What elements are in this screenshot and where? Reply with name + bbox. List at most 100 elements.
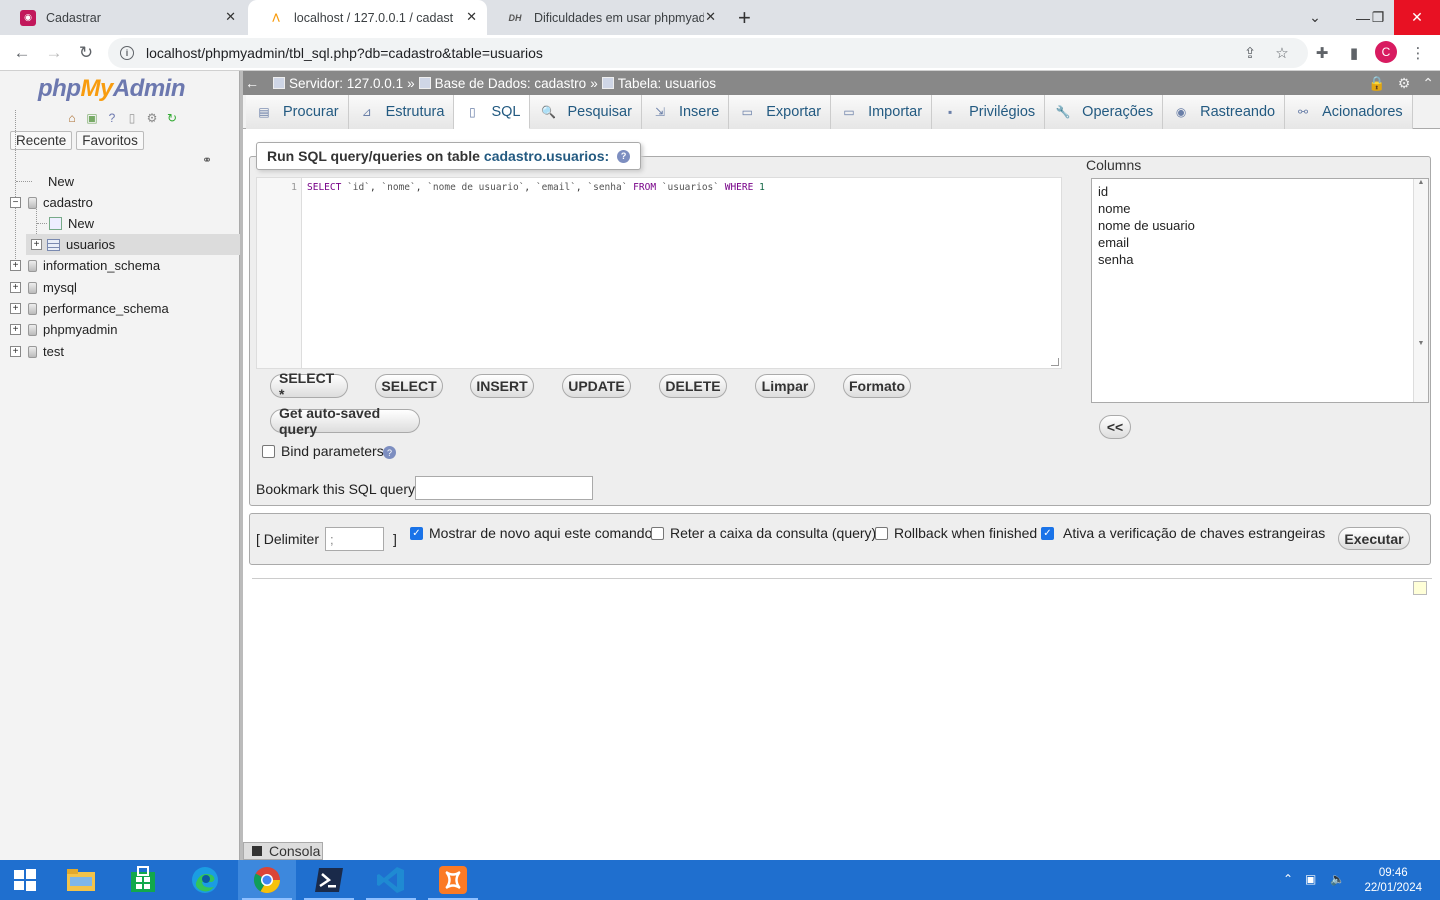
xampp-button[interactable] (424, 860, 482, 900)
tab-pesquisar[interactable]: 🔍 Pesquisar (530, 95, 642, 129)
window-close-icon[interactable]: ✕ (1394, 0, 1440, 35)
resize-handle[interactable] (1051, 358, 1059, 366)
expand-icon[interactable]: + (10, 282, 21, 293)
tree-item-db-mysql[interactable]: + mysql (10, 277, 77, 298)
new-tab-icon[interactable]: + (738, 5, 751, 31)
clear-button[interactable]: Limpar (755, 374, 815, 398)
show-hidden-icons-icon[interactable]: ⌃ (1283, 872, 1293, 886)
expand-icon[interactable]: + (31, 239, 42, 250)
collapse-icon[interactable]: − (10, 197, 21, 208)
reload-nav-icon[interactable]: ↻ (164, 110, 180, 126)
breadcrumb-server[interactable]: Servidor: 127.0.0.1 (273, 76, 403, 91)
browser-tab-cadastrar[interactable]: ◉ Cadastrar ✕ (0, 0, 246, 35)
tree-item-table-usuarios[interactable]: + usuarios (31, 234, 115, 255)
help-icon[interactable]: ? (617, 149, 631, 163)
store-button[interactable] (114, 860, 172, 900)
delete-button[interactable]: DELETE (659, 374, 727, 398)
get-autosaved-query-button[interactable]: Get auto-saved query (270, 405, 420, 437)
network-icon[interactable]: ▣ (1305, 872, 1316, 886)
console-toggle[interactable]: Consola (243, 842, 323, 860)
logout-icon[interactable]: ▣ (84, 110, 100, 126)
tree-item-db-performance-schema[interactable]: + performance_schema (10, 298, 169, 319)
tree-item-db-information-schema[interactable]: + information_schema (10, 255, 160, 276)
tab-procurar[interactable]: ▤ Procurar (246, 95, 349, 129)
tab-operacoes[interactable]: 🔧 Operações (1045, 95, 1164, 129)
sql-code[interactable]: SELECT `id`, `nome`, `nome de usuario`, … (307, 182, 765, 193)
close-icon[interactable]: ✕ (225, 9, 236, 25)
breadcrumb-table[interactable]: Tabela: usuarios (601, 76, 716, 91)
bookmark-star-icon[interactable]: ☆ (1272, 43, 1292, 63)
column-option[interactable]: id (1098, 183, 1422, 200)
chrome-button[interactable] (238, 860, 296, 900)
foreign-key-checks-checkbox[interactable]: ✓ (1041, 527, 1054, 540)
favorites-button[interactable]: Favoritos (76, 131, 144, 150)
vscode-button[interactable] (362, 860, 420, 900)
powershell-button[interactable] (300, 860, 358, 900)
insert-button[interactable]: INSERT (470, 374, 534, 398)
phpmyadmin-logo[interactable]: phpMyAdmin (38, 75, 186, 103)
column-option[interactable]: nome de usuario (1098, 217, 1422, 234)
collapse-nav-icon[interactable]: ← (243, 75, 261, 91)
expand-icon[interactable]: + (10, 303, 21, 314)
bind-parameters-checkbox[interactable] (262, 445, 275, 458)
tab-insere[interactable]: ⇲ Insere (641, 95, 730, 129)
browser-tab-phpmyadmin[interactable]: ⋀ localhost / 127.0.0.1 / cadastro / usu… (248, 0, 487, 35)
retain-query-box-checkbox[interactable] (651, 527, 664, 540)
lock-icon[interactable]: 🔒 (1368, 75, 1385, 92)
expand-icon[interactable]: + (10, 260, 21, 271)
column-option[interactable]: nome (1098, 200, 1422, 217)
recent-button[interactable]: Recente (10, 131, 73, 150)
delimiter-input[interactable]: ; (325, 527, 384, 551)
column-option[interactable]: email (1098, 234, 1422, 251)
docs-icon[interactable]: ▯ (124, 110, 140, 126)
sql-editor[interactable]: 1 SELECT `id`, `nome`, `nome de usuario`… (256, 177, 1062, 369)
forward-icon[interactable]: → (42, 41, 66, 65)
go-button[interactable]: Executar (1338, 527, 1410, 550)
extensions-icon[interactable]: ✚ (1312, 43, 1332, 63)
select-button[interactable]: SELECT (375, 374, 443, 398)
help-icon[interactable]: ? (383, 446, 396, 459)
menu-kebab-icon[interactable]: ⋮ (1408, 43, 1428, 63)
volume-icon[interactable]: 🔈 (1330, 872, 1345, 886)
tab-exportar[interactable]: ▭ Exportar (729, 95, 832, 129)
tree-item-new-database[interactable]: New (16, 171, 74, 192)
tab-estrutura[interactable]: ⊿ Estrutura (348, 95, 455, 129)
tab-rastreando[interactable]: ◉ Rastreando (1163, 95, 1286, 129)
tab-sql[interactable]: ▯ SQL (454, 95, 531, 129)
show-query-checkbox[interactable]: ✓ (410, 527, 423, 540)
bookmark-input[interactable] (415, 476, 593, 500)
info-icon[interactable]: i (120, 46, 134, 60)
address-bar[interactable]: i localhost/phpmyadmin/tbl_sql.php?db=ca… (108, 38, 1308, 68)
close-icon[interactable]: ✕ (705, 9, 716, 25)
format-button[interactable]: Formato (843, 374, 911, 398)
tree-item-db-cadastro[interactable]: − cadastro (10, 192, 93, 213)
start-button[interactable] (0, 860, 50, 900)
insert-column-button[interactable]: << (1099, 415, 1131, 439)
share-icon[interactable]: ⇪ (1240, 43, 1260, 63)
rollback-checkbox[interactable] (875, 527, 888, 540)
help-icon[interactable]: ? (104, 110, 120, 126)
side-panel-icon[interactable]: ▮ (1344, 43, 1364, 63)
edge-button[interactable] (176, 860, 234, 900)
home-icon[interactable]: ⌂ (64, 110, 80, 126)
settings-icon[interactable]: ⚙ (1398, 75, 1411, 92)
file-explorer-button[interactable] (52, 860, 110, 900)
back-icon[interactable]: ← (10, 41, 34, 65)
expand-icon[interactable]: + (10, 324, 21, 335)
column-option[interactable]: senha (1098, 251, 1422, 268)
columns-listbox[interactable]: id nome nome de usuario email senha ▲ ▼ (1091, 178, 1429, 403)
gear-icon[interactable]: ⚙ (144, 110, 160, 126)
close-icon[interactable]: ✕ (466, 9, 477, 25)
notification-icon[interactable] (1413, 581, 1427, 595)
reload-icon[interactable]: ↻ (74, 41, 98, 65)
tab-importar[interactable]: ▭ Importar (831, 95, 933, 129)
browser-tab-forum[interactable]: DH Dificuldades em usar phpmyadmin ✕ (486, 0, 726, 35)
profile-avatar[interactable]: C (1375, 41, 1397, 63)
collapse-top-icon[interactable]: ⌃ (1422, 75, 1434, 92)
select-star-button[interactable]: SELECT * (270, 370, 348, 402)
tab-privilegios[interactable]: ▪ Privilégios (932, 95, 1046, 129)
tab-search-icon[interactable]: ⌄ (1300, 0, 1330, 35)
taskbar-clock[interactable]: 09:46 22/01/2024 (1364, 866, 1422, 896)
expand-icon[interactable]: + (10, 346, 21, 357)
update-button[interactable]: UPDATE (562, 374, 631, 398)
